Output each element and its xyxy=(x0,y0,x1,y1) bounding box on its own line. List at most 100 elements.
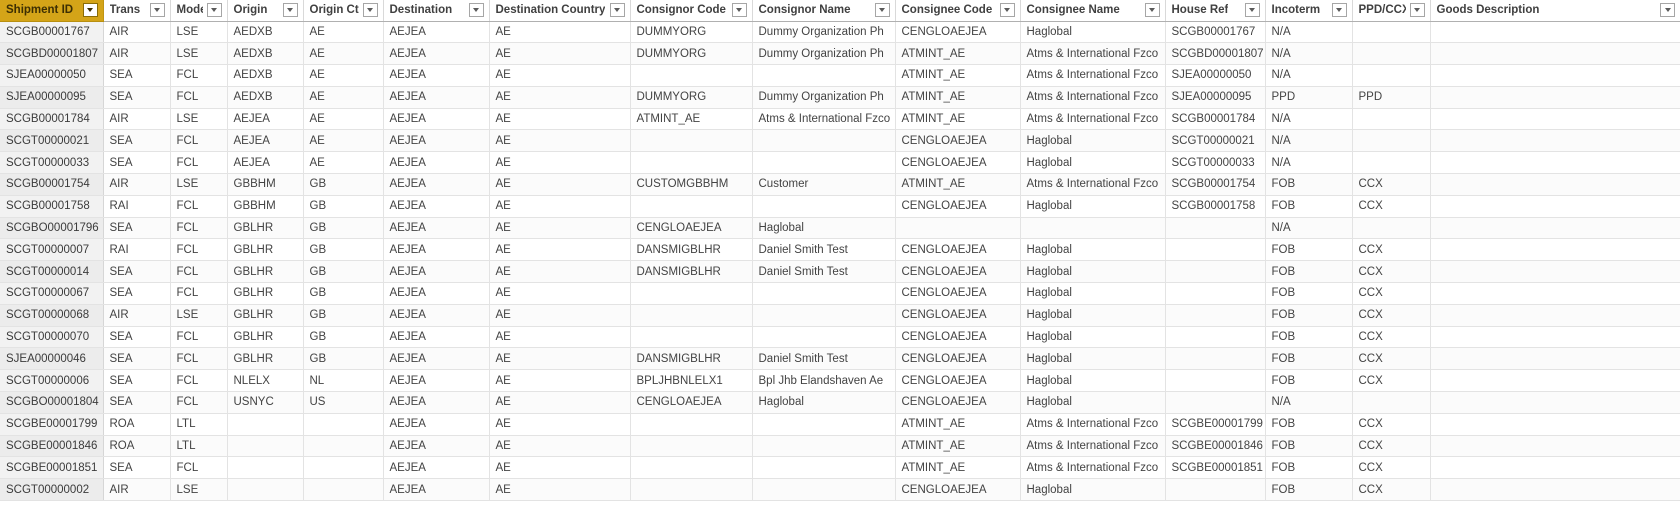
cell-shipment_id[interactable]: SCGT00000068 xyxy=(0,304,104,327)
filter-dropdown-button-consignor_code[interactable] xyxy=(731,3,747,18)
cell-consignor_name[interactable]: Daniel Smith Test xyxy=(752,238,896,262)
cell-ppd_ccx[interactable] xyxy=(1352,42,1431,66)
cell-origin_ctry[interactable] xyxy=(303,435,384,458)
cell-origin_ctry[interactable]: GB xyxy=(303,282,384,305)
cell-ppd_ccx[interactable] xyxy=(1352,64,1431,87)
cell-incoterm[interactable]: FOB xyxy=(1265,413,1353,436)
cell-house_ref[interactable]: SJEA00000050 xyxy=(1165,64,1266,87)
cell-goods_description[interactable] xyxy=(1430,64,1680,87)
cell-ppd_ccx[interactable]: CCX xyxy=(1352,173,1431,196)
cell-house_ref[interactable]: SCGT00000021 xyxy=(1165,129,1266,153)
cell-consignee_code[interactable] xyxy=(895,217,1021,240)
cell-house_ref[interactable]: SCGBD00001807 xyxy=(1165,42,1266,66)
filter-dropdown-button-origin_ctry[interactable] xyxy=(362,3,378,18)
cell-mode[interactable]: FCL xyxy=(170,86,228,109)
cell-shipment_id[interactable]: SCGT00000007 xyxy=(0,238,104,262)
cell-origin[interactable] xyxy=(227,478,304,502)
cell-trans[interactable]: RAI xyxy=(103,195,171,218)
cell-mode[interactable]: LSE xyxy=(170,42,228,66)
cell-origin_ctry[interactable]: GB xyxy=(303,217,384,240)
cell-consignor_name[interactable]: Haglobal xyxy=(752,391,896,414)
cell-trans[interactable]: RAI xyxy=(103,238,171,262)
cell-ppd_ccx[interactable]: CCX xyxy=(1352,326,1431,349)
cell-consignor_name[interactable] xyxy=(752,151,896,175)
cell-consignor_name[interactable] xyxy=(752,413,896,436)
cell-mode[interactable]: LSE xyxy=(170,304,228,327)
cell-origin_ctry[interactable]: GB xyxy=(303,260,384,284)
cell-goods_description[interactable] xyxy=(1430,369,1680,393)
cell-destination[interactable]: AEJEA xyxy=(383,304,490,327)
cell-origin[interactable]: AEJEA xyxy=(227,151,304,175)
cell-consignee_code[interactable]: CENGLOAEJEA xyxy=(895,129,1021,153)
cell-origin_ctry[interactable]: AE xyxy=(303,42,384,66)
column-header-ppd_ccx[interactable]: PPD/CCX xyxy=(1352,0,1431,22)
cell-trans[interactable]: AIR xyxy=(103,42,171,66)
cell-shipment_id[interactable]: SJEA00000050 xyxy=(0,64,104,87)
cell-house_ref[interactable] xyxy=(1165,238,1266,262)
cell-trans[interactable]: SEA xyxy=(103,151,171,175)
cell-consignee_name[interactable]: Haglobal xyxy=(1020,129,1166,153)
cell-house_ref[interactable]: SCGB00001754 xyxy=(1165,173,1266,196)
cell-destination_country[interactable]: AE xyxy=(489,86,631,109)
cell-incoterm[interactable]: N/A xyxy=(1265,21,1353,44)
cell-consignee_name[interactable]: Atms & International Fzco xyxy=(1020,42,1166,66)
cell-ppd_ccx[interactable]: CCX xyxy=(1352,413,1431,436)
cell-origin_ctry[interactable]: GB xyxy=(303,326,384,349)
cell-ppd_ccx[interactable] xyxy=(1352,21,1431,44)
cell-trans[interactable]: AIR xyxy=(103,21,171,44)
cell-origin[interactable]: AEDXB xyxy=(227,21,304,44)
cell-house_ref[interactable] xyxy=(1165,391,1266,414)
cell-house_ref[interactable] xyxy=(1165,282,1266,305)
filter-dropdown-button-destination[interactable] xyxy=(468,3,484,18)
filter-dropdown-button-origin[interactable] xyxy=(282,3,298,18)
table-row[interactable]: SCGT00000014 SEA FCL GBLHR GB AEJEA AE DANSMIGB… xyxy=(0,260,1680,284)
cell-mode[interactable]: LSE xyxy=(170,108,228,131)
cell-trans[interactable]: SEA xyxy=(103,260,171,284)
cell-origin[interactable]: AEJEA xyxy=(227,129,304,153)
cell-consignee_code[interactable]: CENGLOAEJEA xyxy=(895,151,1021,175)
cell-incoterm[interactable]: FOB xyxy=(1265,435,1353,458)
cell-house_ref[interactable]: SCGBE00001799 xyxy=(1165,413,1266,436)
filter-dropdown-button-shipment_id[interactable] xyxy=(82,3,98,18)
cell-destination_country[interactable]: AE xyxy=(489,217,631,240)
cell-origin[interactable]: USNYC xyxy=(227,391,304,414)
cell-shipment_id[interactable]: SCGB00001784 xyxy=(0,108,104,131)
cell-goods_description[interactable] xyxy=(1430,326,1680,349)
cell-incoterm[interactable]: N/A xyxy=(1265,217,1353,240)
table-row[interactable]: SCGT00000068 AIR LSE GBLHR GB AEJEA AE CENGLOAE… xyxy=(0,304,1680,327)
cell-destination[interactable]: AEJEA xyxy=(383,347,490,371)
cell-consignor_name[interactable] xyxy=(752,304,896,327)
cell-destination[interactable]: AEJEA xyxy=(383,369,490,393)
cell-trans[interactable]: SEA xyxy=(103,64,171,87)
cell-incoterm[interactable]: FOB xyxy=(1265,304,1353,327)
cell-consignee_name[interactable]: Atms & International Fzco xyxy=(1020,86,1166,109)
cell-trans[interactable]: AIR xyxy=(103,108,171,131)
cell-consignor_name[interactable]: Dummy Organization Ph xyxy=(752,21,896,44)
cell-origin_ctry[interactable]: GB xyxy=(303,173,384,196)
cell-destination[interactable]: AEJEA xyxy=(383,456,490,480)
cell-incoterm[interactable]: N/A xyxy=(1265,391,1353,414)
cell-consignee_code[interactable]: ATMINT_AE xyxy=(895,173,1021,196)
cell-destination[interactable]: AEJEA xyxy=(383,21,490,44)
filter-dropdown-button-ppd_ccx[interactable] xyxy=(1409,3,1425,18)
table-row[interactable]: SCGT00000070 SEA FCL GBLHR GB AEJEA AE CENGLOAE… xyxy=(0,326,1680,349)
cell-consignee_code[interactable]: ATMINT_AE xyxy=(895,86,1021,109)
cell-mode[interactable]: LTL xyxy=(170,435,228,458)
cell-destination_country[interactable]: AE xyxy=(489,413,631,436)
cell-consignee_name[interactable]: Haglobal xyxy=(1020,478,1166,502)
cell-trans[interactable]: SEA xyxy=(103,456,171,480)
cell-destination[interactable]: AEJEA xyxy=(383,260,490,284)
cell-consignee_name[interactable]: Haglobal xyxy=(1020,260,1166,284)
cell-consignee_name[interactable]: Haglobal xyxy=(1020,151,1166,175)
cell-goods_description[interactable] xyxy=(1430,456,1680,480)
cell-consignor_code[interactable] xyxy=(630,435,753,458)
cell-consignee_name[interactable]: Atms & International Fzco xyxy=(1020,456,1166,480)
cell-destination[interactable]: AEJEA xyxy=(383,435,490,458)
table-row[interactable]: SCGB00001767 AIR LSE AEDXB AE AEJEA AE DUMMYORG… xyxy=(0,21,1680,44)
cell-destination_country[interactable]: AE xyxy=(489,435,631,458)
cell-destination[interactable]: AEJEA xyxy=(383,129,490,153)
column-header-origin[interactable]: Origin xyxy=(227,0,304,22)
cell-trans[interactable]: AIR xyxy=(103,304,171,327)
filter-dropdown-button-consignee_code[interactable] xyxy=(999,3,1015,18)
cell-consignor_name[interactable]: Dummy Organization Ph xyxy=(752,42,896,66)
